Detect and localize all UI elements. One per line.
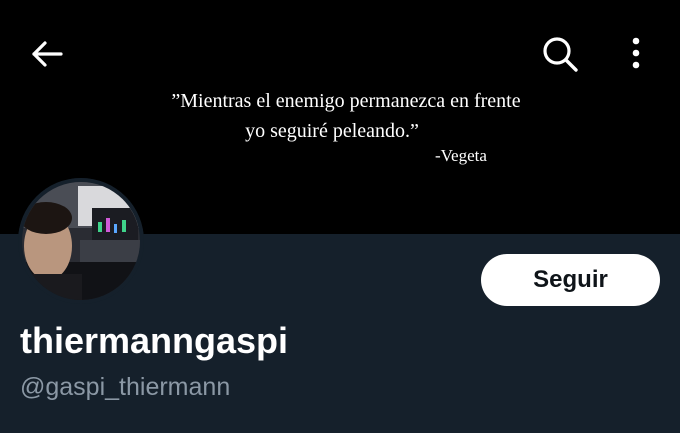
quote-line-2: yo seguiré peleando.”: [245, 120, 419, 142]
profile-handle: @gaspi_thiermann: [20, 373, 231, 401]
quote-author: -Vegeta: [435, 146, 487, 165]
banner-quote: ”Mientras el enemigo permanezca en frent…: [0, 86, 680, 146]
search-icon[interactable]: [538, 33, 580, 75]
quote-line-1: ”Mientras el enemigo permanezca en frent…: [171, 90, 521, 112]
more-vertical-icon[interactable]: [620, 33, 652, 75]
profile-display-name: thiermanngaspi: [20, 320, 289, 361]
follow-button[interactable]: Seguir: [481, 254, 660, 306]
avatar[interactable]: [18, 178, 144, 304]
arrow-left-icon[interactable]: [28, 35, 66, 73]
